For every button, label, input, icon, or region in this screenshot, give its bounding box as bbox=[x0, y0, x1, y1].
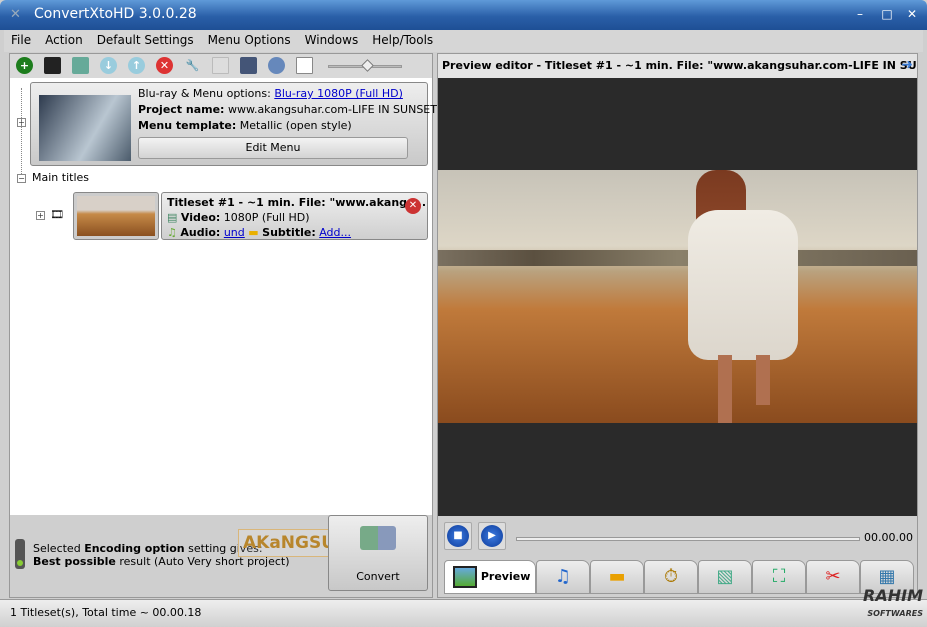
menu-thumbnail bbox=[39, 95, 131, 161]
project-tree: + Blu-ray & Menu options: Blu-ray 1080P … bbox=[10, 78, 437, 515]
menu-template-value: Metallic (open style) bbox=[239, 119, 352, 132]
playback-controls: ■ ▶ 00.00.00 bbox=[438, 516, 917, 554]
video-icon: ▤ bbox=[167, 211, 178, 224]
delete-icon[interactable]: ✕ bbox=[156, 57, 173, 74]
stop-icon: ■ bbox=[447, 525, 469, 547]
subtitle-icon: ▬ bbox=[248, 226, 259, 239]
encoding-line1-pre: Selected bbox=[33, 542, 85, 555]
bluray-options-row: Blu-ray & Menu options: Blu-ray 1080P (F… bbox=[138, 87, 403, 100]
preview-header: Preview editor - Titleset #1 - ~1 min. F… bbox=[438, 54, 917, 78]
tab-cut[interactable]: ✂ bbox=[806, 560, 860, 594]
menu-template-label: Menu template: bbox=[138, 119, 237, 132]
play-icon: ▶ bbox=[481, 525, 503, 547]
document-icon[interactable] bbox=[296, 57, 313, 74]
video-frame bbox=[438, 170, 917, 423]
menu-default-settings[interactable]: Default Settings bbox=[90, 30, 201, 50]
remove-titleset-icon[interactable]: ✕ bbox=[405, 198, 421, 214]
tab-preview-label: Preview bbox=[480, 570, 531, 583]
titleset-info: Titleset #1 - ~1 min. File: "www.akangs.… bbox=[161, 192, 428, 240]
project-name-label: Project name: bbox=[138, 103, 225, 116]
corner-logo-sub: SOFTWARES bbox=[867, 609, 923, 618]
subtitle-add-link[interactable]: Add... bbox=[319, 226, 351, 239]
tab-subtitles[interactable]: ▬ bbox=[590, 560, 644, 594]
status-text: 1 Titleset(s), Total time ~ 00.00.18 bbox=[10, 606, 202, 619]
move-down-icon[interactable]: ↓ bbox=[100, 57, 117, 74]
tab-audio[interactable]: ♫ bbox=[536, 560, 590, 594]
minimize-button[interactable]: – bbox=[851, 6, 869, 22]
menu-settings-box: Blu-ray & Menu options: Blu-ray 1080P (F… bbox=[30, 82, 437, 166]
audio-link[interactable]: und bbox=[224, 226, 245, 239]
tab-chapters[interactable]: ⏱ bbox=[644, 560, 698, 594]
menu-menu-options[interactable]: Menu Options bbox=[201, 30, 298, 50]
encoding-panel: Selected Encoding option setting gives: … bbox=[10, 515, 432, 597]
title-bar: ✕ ConvertXtoHD 3.0.0.28 – □ ✕ bbox=[0, 0, 927, 30]
convert-label: Convert bbox=[356, 570, 400, 583]
best-possible-label: Best possible bbox=[33, 555, 116, 568]
tab-image[interactable]: ▧ bbox=[698, 560, 752, 594]
play-button[interactable]: ▶ bbox=[478, 522, 506, 550]
settings-tools-icon[interactable]: 🔧 bbox=[184, 57, 201, 74]
stop-button[interactable]: ■ bbox=[444, 522, 472, 550]
preview-tab-icon bbox=[453, 566, 477, 588]
corner-logo-name: RAHIM bbox=[863, 586, 923, 605]
collapse-main-titles-toggle[interactable]: − bbox=[17, 174, 26, 183]
arrow-right-icon[interactable]: ➜ bbox=[901, 57, 913, 73]
window-title: ConvertXtoHD 3.0.0.28 bbox=[34, 6, 197, 22]
audio-icon: ♫ bbox=[167, 226, 177, 239]
time-display: 00.00.00 bbox=[864, 531, 913, 544]
convert-button[interactable]: Convert bbox=[328, 515, 428, 591]
audio-label: Audio: bbox=[180, 226, 221, 239]
titleset-icon: 🎞 bbox=[50, 208, 64, 221]
menu-template-row: Menu template: Metallic (open style) bbox=[138, 119, 352, 132]
traffic-light-icon bbox=[15, 539, 25, 569]
tab-preview[interactable]: Preview bbox=[444, 560, 536, 594]
menu-bar: File Action Default Settings Menu Options Wi… bbox=[4, 30, 923, 52]
menu-file[interactable]: File bbox=[4, 30, 38, 50]
editor-tabs: Preview ♫ ▬ ⏱ ▧ ⛶ ✂ ▦ bbox=[438, 556, 917, 596]
maximize-button[interactable]: □ bbox=[878, 6, 896, 22]
convert-icon bbox=[360, 526, 396, 550]
bluray-options-link[interactable]: Blu-ray 1080P (Full HD) bbox=[274, 87, 403, 100]
status-bar: 1 Titleset(s), Total time ~ 00.00.18 RAH… bbox=[0, 588, 927, 627]
project-panel: + ↓ ↑ ✕ 🔧 + Blu-ray & Menu options: Blu-… bbox=[9, 53, 437, 598]
expand-titleset-toggle[interactable]: + bbox=[36, 211, 45, 220]
video-label: Video: bbox=[180, 211, 221, 224]
video-value: 1080P (Full HD) bbox=[223, 211, 310, 224]
add-icon[interactable]: + bbox=[16, 57, 33, 74]
main-titles-label: Main titles bbox=[32, 171, 89, 184]
grid-icon[interactable] bbox=[212, 57, 229, 74]
titleset-thumbnail bbox=[73, 192, 159, 240]
move-up-icon[interactable]: ↑ bbox=[128, 57, 145, 74]
subtitle-label: Subtitle: bbox=[262, 226, 316, 239]
titleset-item[interactable]: Titleset #1 - ~1 min. File: "www.akangs.… bbox=[73, 192, 428, 240]
encoding-option-label: Encoding option bbox=[84, 542, 185, 555]
app-logo-icon: ✕ bbox=[10, 7, 21, 22]
titleset-title: Titleset #1 - ~1 min. File: "www.akangs.… bbox=[167, 196, 427, 209]
bluray-options-label: Blu-ray & Menu options: bbox=[138, 87, 271, 100]
edit-menu-button[interactable]: Edit Menu bbox=[138, 137, 408, 159]
seek-slider[interactable] bbox=[516, 537, 860, 541]
menu-action[interactable]: Action bbox=[38, 30, 90, 50]
split-icon[interactable] bbox=[72, 57, 89, 74]
disc-icon[interactable] bbox=[268, 57, 285, 74]
monitor-icon[interactable] bbox=[240, 57, 257, 74]
tab-crop[interactable]: ⛶ bbox=[752, 560, 806, 594]
video-preview[interactable] bbox=[438, 78, 917, 516]
close-button[interactable]: ✕ bbox=[903, 6, 921, 22]
preview-panel: Preview editor - Titleset #1 - ~1 min. F… bbox=[437, 53, 918, 598]
project-name-row: Project name: www.akangsuhar.com-LIFE IN… bbox=[138, 103, 437, 116]
menu-help-tools[interactable]: Help/Tools bbox=[365, 30, 440, 50]
project-name-value: www.akangsuhar.com-LIFE IN SUNSET bbox=[227, 103, 437, 116]
save-icon[interactable] bbox=[44, 57, 61, 74]
preview-title: Preview editor - Titleset #1 - ~1 min. F… bbox=[442, 59, 917, 72]
menu-windows[interactable]: Windows bbox=[298, 30, 366, 50]
toolbar: + ↓ ↑ ✕ 🔧 bbox=[10, 54, 432, 78]
corner-logo: RAHIM SOFTWARES bbox=[863, 588, 923, 621]
zoom-slider[interactable] bbox=[328, 59, 402, 72]
